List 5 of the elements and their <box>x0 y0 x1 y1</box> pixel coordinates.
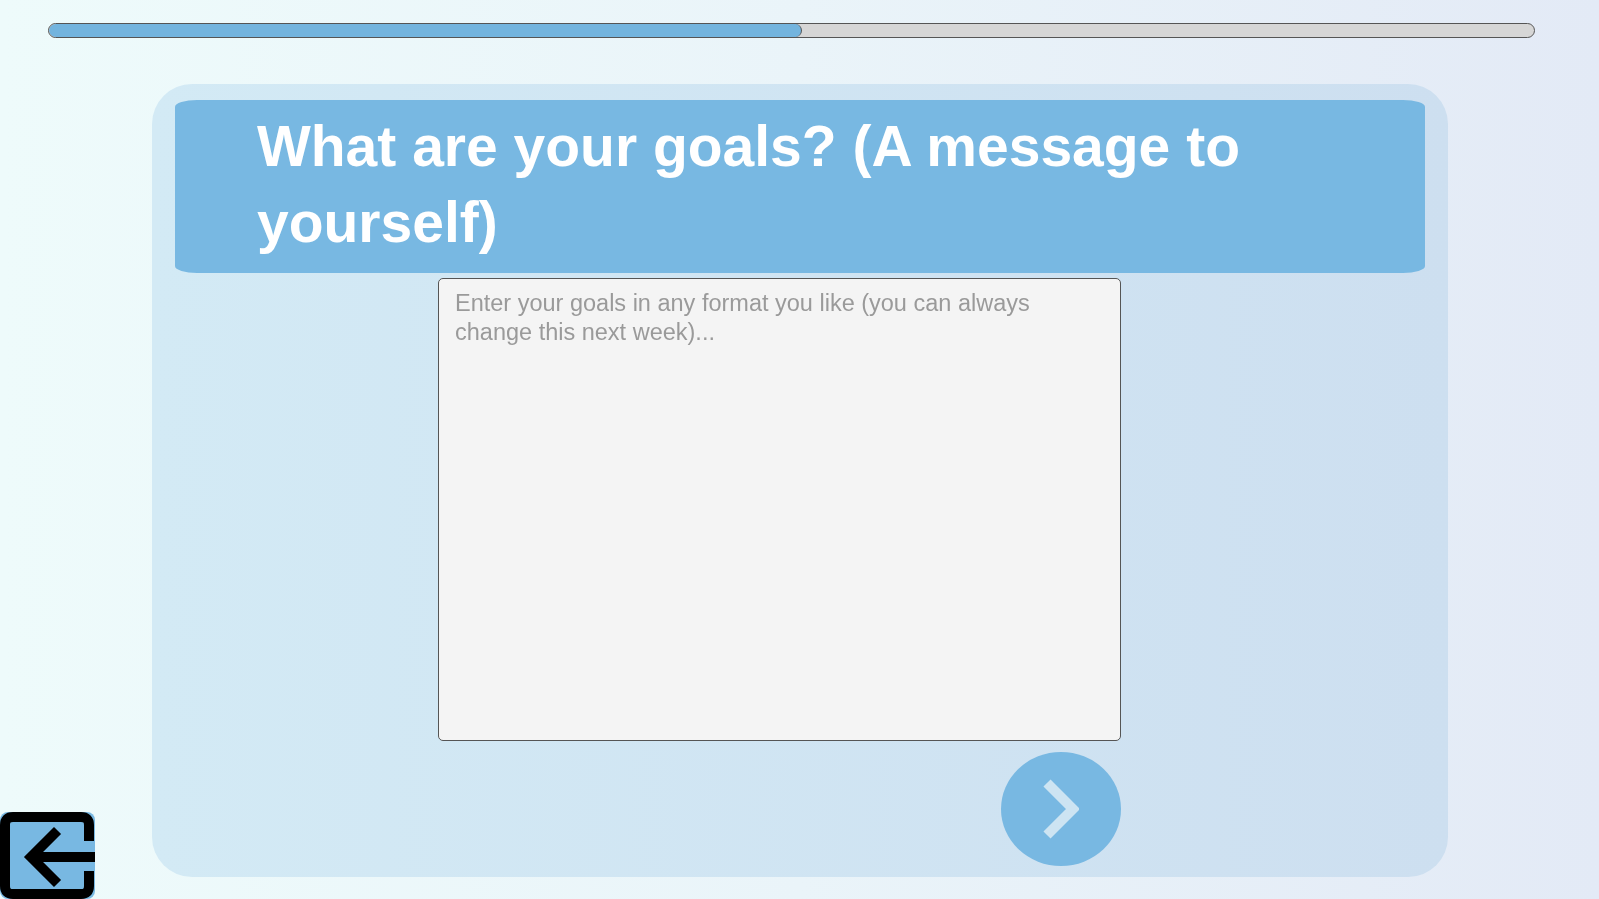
exit-arrow-icon <box>0 812 95 899</box>
answer-field[interactable]: Enter your goals in any format you like (you can always change this next week)... <box>438 278 1121 741</box>
back-button[interactable] <box>0 812 95 899</box>
chevron-right-icon <box>1043 779 1079 839</box>
question-title: What are your goals? (A message to yourself) <box>257 113 1241 256</box>
